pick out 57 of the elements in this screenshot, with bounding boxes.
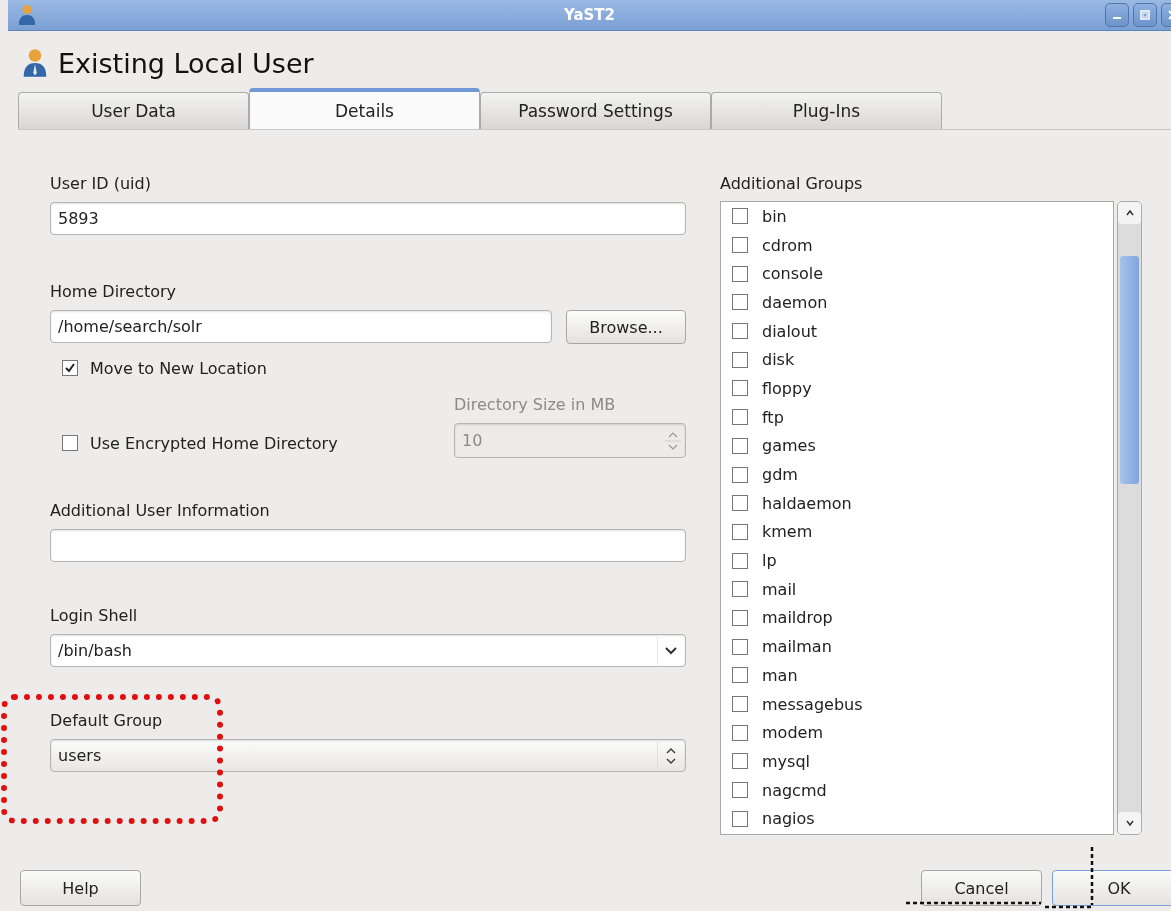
browse-button[interactable]: Browse... — [566, 310, 686, 344]
group-item[interactable]: gdm — [721, 460, 1113, 489]
group-item[interactable]: kmem — [721, 517, 1113, 547]
tab[interactable]: User Data — [18, 92, 249, 129]
login-shell-combobox[interactable]: /bin/bash — [50, 634, 686, 667]
group-item[interactable]: nagcmd — [721, 775, 1113, 805]
field-label: Directory Size in MB — [454, 395, 617, 415]
list-label: Additional Groups — [720, 174, 864, 194]
maximize-icon — [1139, 9, 1151, 21]
group-item[interactable]: console — [721, 259, 1113, 289]
group-item[interactable]: haldaemon — [721, 488, 1113, 518]
group-item[interactable]: mysql — [721, 747, 1113, 776]
home-directory-field[interactable]: /home/search/solr — [50, 310, 552, 343]
group-item[interactable]: mail — [721, 574, 1113, 604]
window-title: YaST2 — [563, 6, 616, 24]
checkbox-label: Move to New Location — [90, 358, 267, 378]
field-label: User ID (uid) — [50, 174, 152, 194]
scrollbar[interactable] — [1117, 201, 1142, 835]
group-item[interactable]: floppy — [721, 374, 1113, 403]
tab[interactable]: Details — [249, 88, 480, 129]
scroll-up-icon[interactable] — [1124, 208, 1135, 218]
dialog-title: Existing Local User — [58, 47, 314, 79]
group-item[interactable]: games — [721, 431, 1113, 461]
group-item[interactable]: ftp — [721, 402, 1113, 432]
ok-button[interactable]: OK — [1052, 870, 1171, 906]
group-item[interactable]: mailman — [721, 632, 1113, 661]
group-item[interactable]: disk — [721, 345, 1113, 375]
additional-info-field[interactable] — [50, 529, 686, 562]
group-item[interactable]: lp — [721, 546, 1113, 575]
field-label: Home Directory — [50, 282, 178, 302]
group-item[interactable]: modem — [721, 718, 1113, 748]
group-item[interactable]: bin — [721, 202, 1113, 231]
tab[interactable]: Password Settings — [480, 92, 711, 129]
group-item[interactable]: nagios — [721, 804, 1113, 834]
minimize-button[interactable] — [1105, 3, 1129, 27]
scroll-down-icon[interactable] — [1124, 818, 1135, 828]
field-label: Default Group — [50, 711, 164, 731]
checkbox[interactable] — [62, 435, 78, 451]
group-item[interactable]: maildrop — [721, 603, 1113, 633]
uid-field[interactable]: 5893 — [50, 202, 686, 235]
user-icon — [22, 48, 48, 78]
default-group-combobox[interactable]: users — [50, 739, 686, 772]
group-item[interactable]: man — [721, 661, 1113, 690]
tab[interactable]: Plug-Ins — [711, 92, 942, 129]
group-item[interactable]: messagebus — [721, 689, 1113, 719]
checkbox-label: Use Encrypted Home Directory — [90, 433, 338, 453]
field-label: Additional User Information — [50, 501, 271, 521]
group-item[interactable]: daemon — [721, 288, 1113, 317]
checkbox[interactable] — [62, 360, 78, 376]
group-item[interactable]: dialout — [721, 316, 1113, 346]
maximize-button[interactable] — [1133, 3, 1157, 27]
user-icon — [18, 4, 36, 26]
minimize-icon — [1113, 17, 1121, 19]
cancel-button[interactable]: Cancel — [921, 870, 1042, 906]
help-button[interactable]: Help — [20, 870, 141, 906]
group-item[interactable]: cdrom — [721, 230, 1113, 260]
field-label: Login Shell — [50, 606, 139, 626]
